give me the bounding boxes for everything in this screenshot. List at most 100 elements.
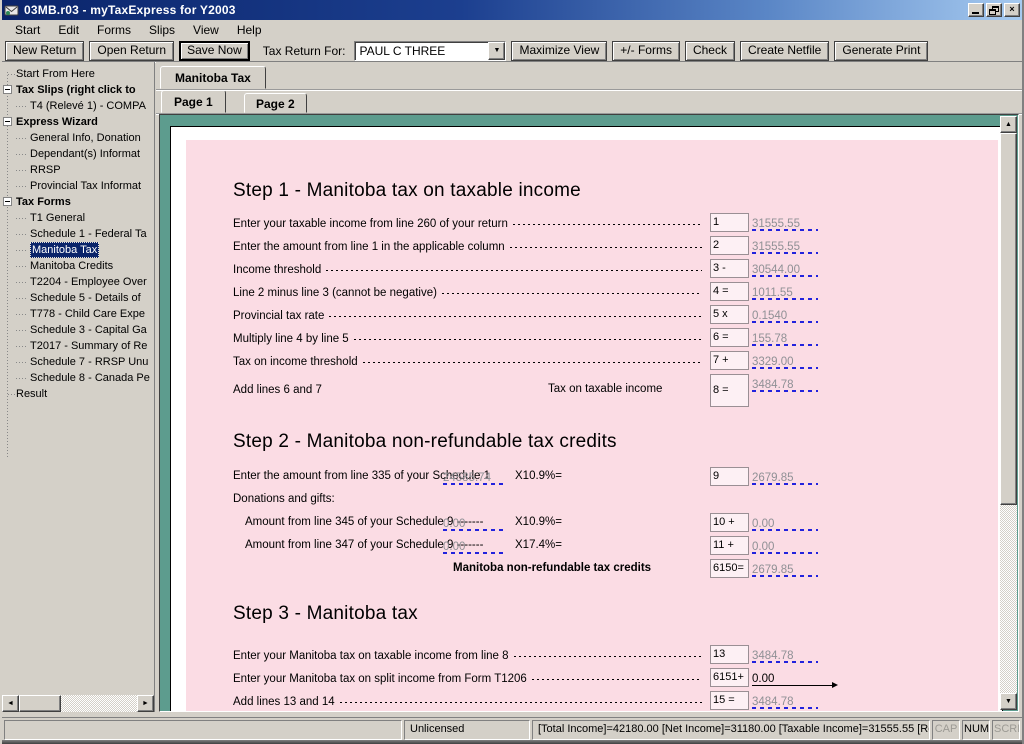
- tree-item-label: Dependant(s) Informat: [30, 146, 140, 162]
- status-divider: [2, 717, 1022, 718]
- tree-item[interactable]: Schedule 1 - Federal Ta: [2, 226, 154, 242]
- tree-item[interactable]: T778 - Child Care Expe: [2, 306, 154, 322]
- plus-minus-forms-button[interactable]: +/- Forms: [612, 41, 680, 61]
- create-netfile-button[interactable]: Create Netfile: [740, 41, 829, 61]
- field-value[interactable]: 3329.00: [752, 352, 842, 372]
- amount-field[interactable]: 0.00: [443, 514, 517, 534]
- tree-item[interactable]: Tax Slips (right click to: [2, 82, 154, 98]
- tree-item[interactable]: Schedule 7 - RRSP Unu: [2, 354, 154, 370]
- form-tab-strip: Manitoba Tax: [156, 62, 1022, 90]
- tree-scrollbar-thumb[interactable]: [19, 695, 61, 712]
- line-number-box: 6150=: [710, 559, 749, 578]
- amount-dashed-underline: [443, 552, 505, 554]
- scroll-right-icon[interactable]: ►: [137, 695, 154, 712]
- tab-manitoba-tax[interactable]: Manitoba Tax: [160, 66, 266, 89]
- tree-item[interactable]: Tax Forms: [2, 194, 154, 210]
- field-value[interactable]: 31555.55: [752, 214, 842, 234]
- tree-branch-line: [16, 266, 28, 267]
- label-with-leader: Add lines 13 and 14: [233, 690, 705, 712]
- restore-button[interactable]: [986, 3, 1002, 17]
- field-value[interactable]: 0.00: [752, 669, 842, 689]
- form-row: Provincial tax rate5 x0.1540: [233, 304, 846, 327]
- form-row: Enter your Manitoba tax on taxable incom…: [233, 644, 846, 667]
- menu-view[interactable]: View: [184, 21, 228, 39]
- tree-item[interactable]: T2017 - Summary of Re: [2, 338, 154, 354]
- tree-horizontal-scrollbar[interactable]: ◄ ►: [2, 695, 154, 712]
- tree-item[interactable]: Start From Here: [2, 66, 154, 82]
- field-value[interactable]: 2679.85: [752, 468, 842, 488]
- chevron-down-icon[interactable]: ▼: [488, 42, 505, 60]
- scroll-down-icon[interactable]: ▼: [1000, 693, 1017, 710]
- tree-item-label: T2204 - Employee Over: [30, 274, 147, 290]
- menu-forms[interactable]: Forms: [88, 21, 140, 39]
- form-vertical-scrollbar[interactable]: ▲ ▼: [1000, 116, 1017, 710]
- open-return-button[interactable]: Open Return: [89, 41, 174, 61]
- tree-item[interactable]: Manitoba Tax: [2, 242, 154, 258]
- field-dashed-underline: [752, 529, 818, 531]
- menu-help[interactable]: Help: [228, 21, 271, 39]
- menu-bar: Start Edit Forms Slips View Help: [2, 20, 1022, 40]
- tree-item[interactable]: Provincial Tax Informat: [2, 178, 154, 194]
- tree-item[interactable]: Schedule 8 - Canada Pe: [2, 370, 154, 386]
- menu-start[interactable]: Start: [6, 21, 49, 39]
- form-label: Line 2 minus line 3 (cannot be negative): [233, 287, 437, 299]
- field-value[interactable]: 3484.78: [752, 375, 842, 395]
- tree-item-label: Tax Forms: [16, 194, 71, 210]
- tree-item[interactable]: T1 General: [2, 210, 154, 226]
- collapse-minus-icon[interactable]: [3, 117, 12, 126]
- maximize-view-button[interactable]: Maximize View: [511, 41, 607, 61]
- tree-item[interactable]: Dependant(s) Informat: [2, 146, 154, 162]
- form-row: Add lines 13 and 1415 =3484.78: [233, 690, 846, 712]
- dash-leader-line: [326, 270, 702, 271]
- new-return-button[interactable]: New Return: [5, 41, 84, 61]
- close-button[interactable]: ×: [1004, 3, 1020, 17]
- collapse-minus-icon[interactable]: [3, 85, 12, 94]
- field-value[interactable]: 0.1540: [752, 306, 842, 326]
- form-label: Enter your Manitoba tax on split income …: [233, 673, 527, 685]
- tree-item[interactable]: Result: [2, 386, 154, 402]
- check-button[interactable]: Check: [685, 41, 735, 61]
- field-value[interactable]: 3484.78: [752, 646, 842, 666]
- field-value[interactable]: 0.00: [752, 514, 842, 534]
- tab-page-2[interactable]: Page 2: [244, 93, 307, 113]
- tree-item[interactable]: T4 (Relevé 1) - COMPA: [2, 98, 154, 114]
- field-value[interactable]: 2679.85: [752, 560, 842, 580]
- num-lock-indicator: NUM: [962, 720, 990, 740]
- form-row: Enter your Manitoba tax on split income …: [233, 667, 846, 690]
- generate-print-button[interactable]: Generate Print: [834, 41, 928, 61]
- tree-item[interactable]: Manitoba Credits: [2, 258, 154, 274]
- minimize-button[interactable]: [968, 3, 984, 17]
- form-row: Enter the amount from line 1 in the appl…: [233, 235, 846, 258]
- tree-item[interactable]: Express Wizard: [2, 114, 154, 130]
- form-label: Income threshold: [233, 264, 321, 276]
- amount-field[interactable]: 0.00: [443, 537, 517, 557]
- form-row: Add lines 6 and 7Tax on taxable income8 …: [233, 373, 846, 407]
- field-value[interactable]: 1011.55: [752, 283, 842, 303]
- form-scrollbar-thumb[interactable]: [1000, 133, 1017, 505]
- menu-slips[interactable]: Slips: [140, 21, 184, 39]
- field-value[interactable]: 31555.55: [752, 237, 842, 257]
- collapse-minus-icon[interactable]: [3, 197, 12, 206]
- scroll-up-icon[interactable]: ▲: [1000, 116, 1017, 133]
- tree-item[interactable]: Schedule 3 - Capital Ga: [2, 322, 154, 338]
- scroll-left-icon[interactable]: ◄: [2, 695, 19, 712]
- tree-branch-line: [8, 394, 15, 395]
- tree-item[interactable]: Schedule 5 - Details of: [2, 290, 154, 306]
- taxpayer-select[interactable]: PAUL C THREE ▼: [354, 41, 506, 61]
- tree-item[interactable]: General Info, Donation: [2, 130, 154, 146]
- field-value[interactable]: 30544.00: [752, 260, 842, 280]
- field-value[interactable]: 0.00: [752, 537, 842, 557]
- tab-page-1[interactable]: Page 1: [161, 90, 226, 113]
- label-with-leader: Enter your Manitoba tax on taxable incom…: [233, 644, 705, 667]
- menu-edit[interactable]: Edit: [49, 21, 88, 39]
- field-dashed-underline: [752, 298, 818, 300]
- label-with-leader: Tax on income threshold: [233, 350, 705, 373]
- field-value[interactable]: 155.78: [752, 329, 842, 349]
- tree-item[interactable]: T2204 - Employee Over: [2, 274, 154, 290]
- field-value[interactable]: 3484.78: [752, 692, 842, 712]
- save-now-button[interactable]: Save Now: [179, 41, 250, 61]
- tree-item[interactable]: RRSP: [2, 162, 154, 178]
- amount-field[interactable]: 24585.74: [443, 468, 517, 488]
- form-pane: Manitoba Tax Page 1 Page 2 Step 1 - Mani…: [156, 62, 1022, 712]
- field-dashed-underline: [752, 661, 818, 663]
